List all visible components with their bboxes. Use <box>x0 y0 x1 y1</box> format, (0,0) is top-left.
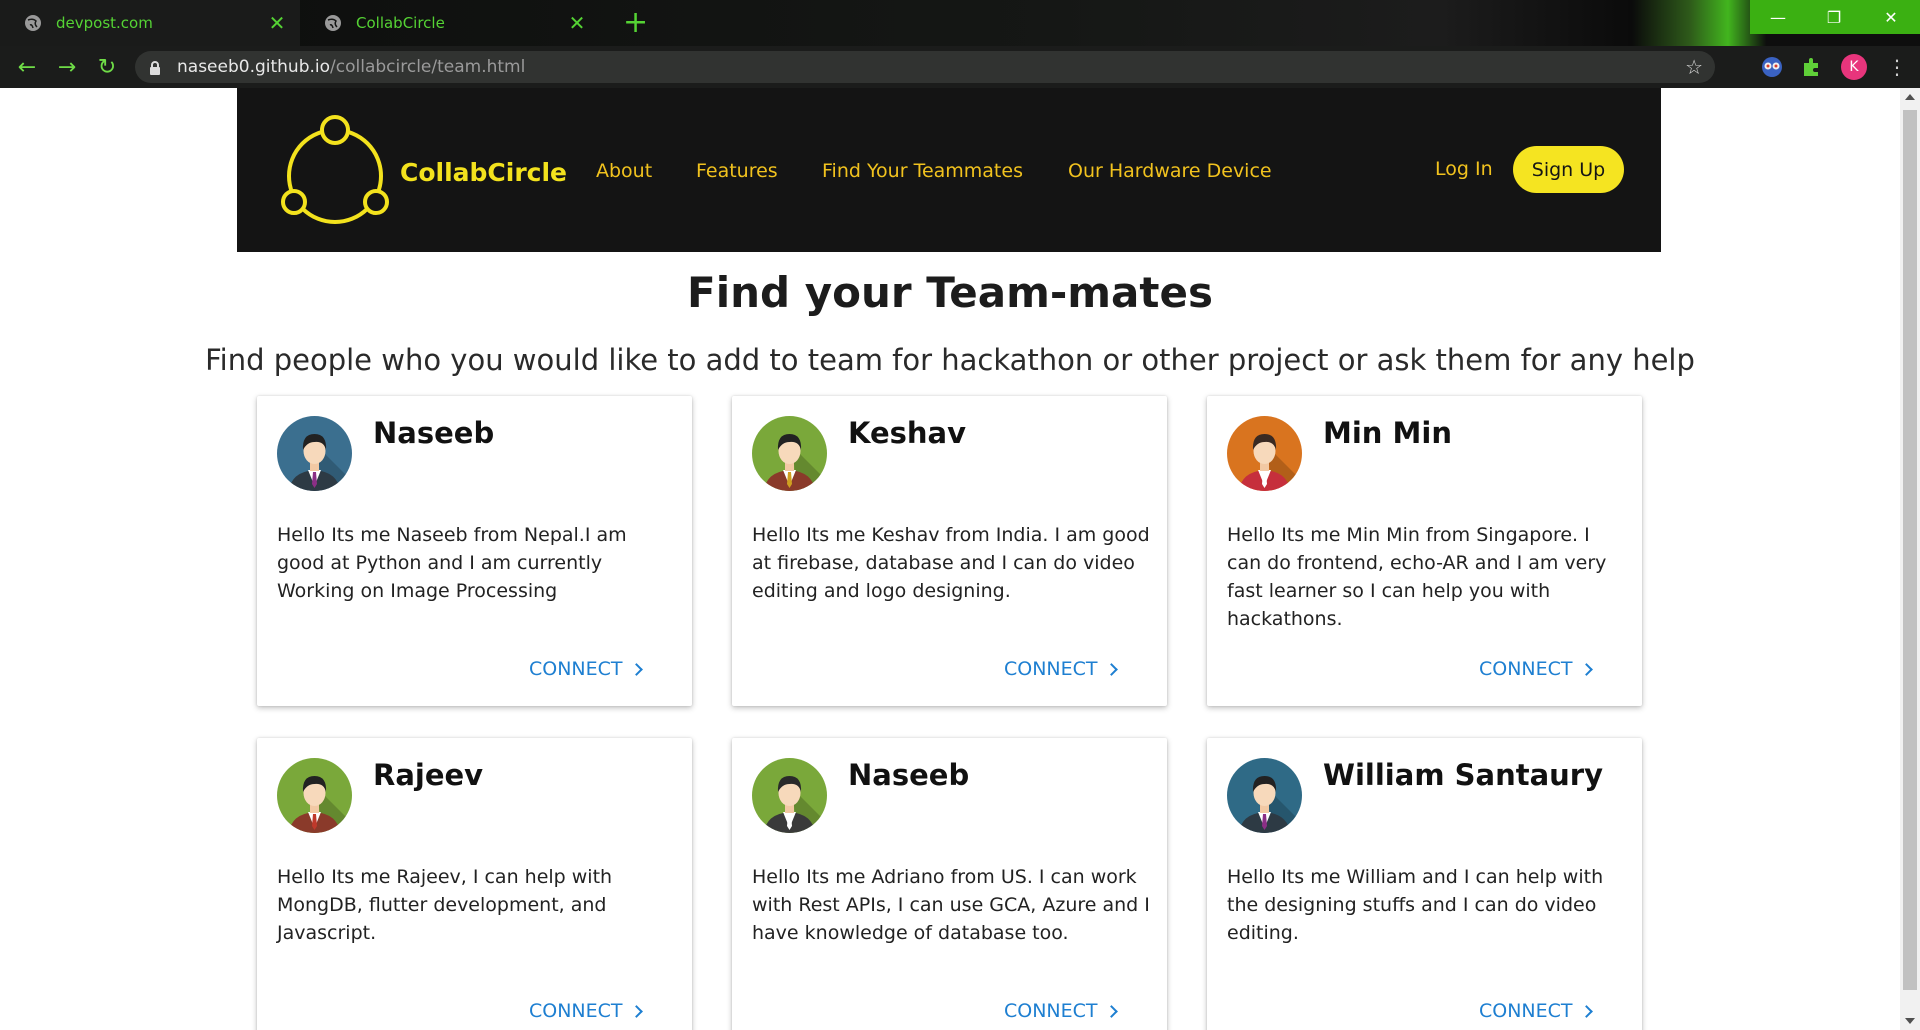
new-tab-plus-icon[interactable]: + <box>623 5 648 40</box>
browser-toolbar: ← → ↻ naseeb0.github.io/collabcircle/tea… <box>0 46 1920 88</box>
page-title: Find your Team-mates <box>687 268 1213 317</box>
connect-label: CONNECT <box>529 1000 623 1022</box>
lock-icon <box>149 60 161 75</box>
browser-menu-icon[interactable]: ⋮ <box>1887 56 1907 78</box>
connect-label: CONNECT <box>1004 658 1098 680</box>
extensions-puzzle-icon[interactable] <box>1800 55 1824 79</box>
tab-label: devpost.com <box>56 14 153 32</box>
close-tab-icon[interactable]: ✕ <box>568 11 586 35</box>
avatar <box>1227 416 1302 491</box>
connect-button[interactable]: CONNECT <box>1004 1000 1118 1022</box>
reload-icon[interactable]: ↻ <box>94 54 120 80</box>
nav-features[interactable]: Features <box>696 160 778 182</box>
chevron-right-icon <box>1579 663 1593 676</box>
url-host: naseeb0.github.io <box>177 57 331 77</box>
brand-name[interactable]: CollabCircle <box>400 158 567 187</box>
chevron-right-icon <box>1104 1005 1118 1018</box>
window-close-button[interactable]: ✕ <box>1862 0 1920 34</box>
signup-button[interactable]: Sign Up <box>1513 146 1624 193</box>
teammate-card: Rajeev Hello Its me Rajeev, I can help w… <box>257 738 692 1030</box>
back-arrow-icon[interactable]: ← <box>14 54 40 80</box>
teammate-card: Min Min Hello Its me Min Min from Singap… <box>1207 396 1642 706</box>
profile-avatar[interactable]: K <box>1841 54 1867 80</box>
address-bar[interactable]: naseeb0.github.io/collabcircle/team.html… <box>135 51 1715 83</box>
globe-icon <box>325 15 341 31</box>
browser-tab-bar: devpost.com ✕ CollabCircle ✕ + — ❐ ✕ <box>0 0 1920 46</box>
teammate-bio: Hello Its me Adriano from US. I can work… <box>752 866 1150 944</box>
forward-arrow-icon[interactable]: → <box>54 54 80 80</box>
teammate-name: Rajeev <box>373 758 484 792</box>
scroll-down-arrow-icon[interactable] <box>1905 1018 1915 1024</box>
page-scrollbar[interactable] <box>1900 88 1920 1030</box>
avatar <box>1227 758 1302 833</box>
avatar <box>277 758 352 833</box>
page-subtitle: Find people who you would like to add to… <box>205 343 1695 377</box>
avatar <box>277 416 352 491</box>
scroll-up-arrow-icon[interactable] <box>1905 94 1915 100</box>
connect-label: CONNECT <box>529 658 623 680</box>
chevron-right-icon <box>629 1005 643 1018</box>
teammate-card: Keshav Hello Its me Keshav from India. I… <box>732 396 1167 706</box>
extension-owl-icon[interactable] <box>1760 55 1784 79</box>
connect-button[interactable]: CONNECT <box>529 1000 643 1022</box>
teammate-bio: Hello Its me Rajeev, I can help with Mon… <box>277 866 613 944</box>
teammate-bio: Hello Its me Min Min from Singapore. I c… <box>1227 524 1607 630</box>
teammate-name: Keshav <box>848 416 967 450</box>
close-tab-icon[interactable]: ✕ <box>268 11 286 35</box>
teammate-name: Naseeb <box>848 758 970 792</box>
chevron-right-icon <box>1104 663 1118 676</box>
collabcircle-logo-icon[interactable] <box>280 114 390 234</box>
teammate-card: Naseeb Hello Its me Naseeb from Nepal.I … <box>257 396 692 706</box>
tab-label: CollabCircle <box>356 14 445 32</box>
teammate-bio: Hello Its me Naseeb from Nepal.I am good… <box>277 524 627 602</box>
window-restore-button[interactable]: ❐ <box>1806 0 1862 34</box>
teammate-name: William Santaury <box>1323 758 1604 792</box>
connect-label: CONNECT <box>1479 658 1573 680</box>
connect-label: CONNECT <box>1479 1000 1573 1022</box>
chevron-right-icon <box>629 663 643 676</box>
browser-tab-devpost[interactable]: devpost.com ✕ <box>0 0 300 46</box>
login-link[interactable]: Log In <box>1435 158 1493 180</box>
nav-about[interactable]: About <box>596 160 652 182</box>
window-minimize-button[interactable]: — <box>1750 0 1806 34</box>
site-header: CollabCircle About Features Find Your Te… <box>237 88 1661 252</box>
teammate-name: Min Min <box>1323 416 1452 450</box>
url-path: /collabcircle/team.html <box>330 57 526 77</box>
connect-button[interactable]: CONNECT <box>529 658 643 680</box>
connect-button[interactable]: CONNECT <box>1004 658 1118 680</box>
avatar <box>752 416 827 491</box>
avatar <box>752 758 827 833</box>
browser-tab-collabcircle[interactable]: CollabCircle ✕ <box>300 0 600 46</box>
connect-button[interactable]: CONNECT <box>1479 1000 1593 1022</box>
connect-button[interactable]: CONNECT <box>1479 658 1593 680</box>
chevron-right-icon <box>1579 1005 1593 1018</box>
nav-our-hardware-device[interactable]: Our Hardware Device <box>1068 160 1272 182</box>
scroll-thumb[interactable] <box>1903 110 1917 990</box>
teammate-bio: Hello Its me Keshav from India. I am goo… <box>752 524 1150 602</box>
teammate-bio: Hello Its me William and I can help with… <box>1227 866 1604 944</box>
connect-label: CONNECT <box>1004 1000 1098 1022</box>
nav-find-your-teammates[interactable]: Find Your Teammates <box>822 160 1023 182</box>
teammate-card: William Santaury Hello Its me William an… <box>1207 738 1642 1030</box>
globe-icon <box>25 15 41 31</box>
teammate-card: Naseeb Hello Its me Adriano from US. I c… <box>732 738 1167 1030</box>
bookmark-star-icon[interactable]: ☆ <box>1685 55 1703 79</box>
teammate-name: Naseeb <box>373 416 495 450</box>
